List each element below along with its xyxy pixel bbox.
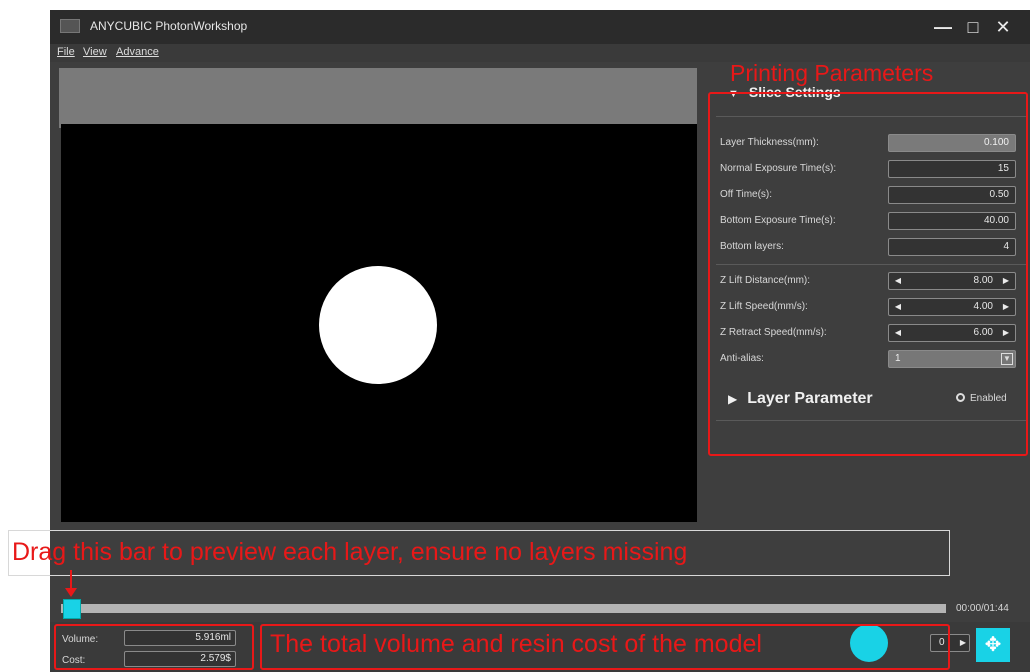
total-volume-annotation: The total volume and resin cost of the m… <box>270 630 762 658</box>
printing-parameters-annotation: Printing Parameters <box>730 60 934 86</box>
layer-slider-handle[interactable] <box>63 599 81 619</box>
layer-slider-track[interactable] <box>61 604 946 613</box>
drag-bar-annotation: Drag this bar to preview each layer, ens… <box>12 538 688 566</box>
minimize-button[interactable]: — <box>930 15 956 39</box>
printing-parameters-box <box>708 92 1028 456</box>
move-arrows-icon[interactable]: ✥ <box>976 628 1010 662</box>
print-time: 00:00/01:44 <box>956 603 1009 614</box>
window-title: ANYCUBIC PhotonWorkshop <box>90 19 248 33</box>
layer-slice-shape <box>319 266 437 384</box>
viewport-header <box>59 68 697 128</box>
maximize-button[interactable]: □ <box>960 15 986 39</box>
arrow-down-icon <box>65 588 77 597</box>
menu-advance[interactable]: Advance <box>116 46 159 58</box>
title-bar: ANYCUBIC PhotonWorkshop — □ ✕ <box>50 10 1030 44</box>
layer-preview-viewport[interactable] <box>61 124 697 522</box>
page: ANYCUBIC PhotonWorkshop — □ ✕ File View … <box>0 0 1030 672</box>
increment-arrow-icon[interactable]: ▶ <box>960 635 966 651</box>
close-button[interactable]: ✕ <box>990 15 1016 39</box>
app-logo-icon <box>60 19 80 33</box>
menu-file[interactable]: File <box>57 46 75 58</box>
menu-view[interactable]: View <box>83 46 107 58</box>
volume-cost-box <box>54 624 254 670</box>
